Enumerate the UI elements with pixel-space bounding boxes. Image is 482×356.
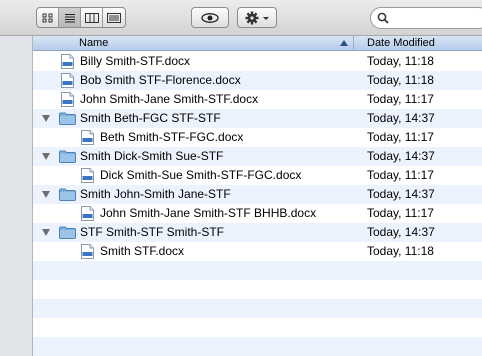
column-view-button[interactable] (81, 8, 103, 27)
date-modified-cell: Today, 11:17 (367, 168, 434, 182)
empty-row (33, 318, 482, 337)
file-name: John Smith-Jane Smith-STF.docx (80, 92, 259, 106)
quick-look-button[interactable] (191, 7, 229, 28)
folder-name: STF Smith-STF Smith-STF (80, 225, 224, 239)
file-row[interactable]: Smith STF.docx Today, 11:18 (33, 242, 482, 261)
view-mode-segmented-control (36, 7, 126, 28)
folder-row[interactable]: STF Smith-STF Smith-STF Today, 14:37 (33, 223, 482, 242)
empty-row (33, 299, 482, 318)
date-modified-cell: Today, 11:17 (367, 206, 434, 220)
search-field[interactable] (370, 7, 482, 29)
folder-name: Smith John-Smith Jane-STF (80, 187, 231, 201)
folder-icon (59, 112, 76, 128)
name-column-label: Name (79, 37, 109, 49)
gear-icon (245, 11, 269, 24)
empty-row (33, 337, 482, 356)
toolbar (0, 0, 482, 36)
folder-icon (59, 150, 76, 166)
action-menu-button[interactable] (237, 7, 277, 28)
docx-file-icon (81, 206, 94, 224)
disclosure-triangle-icon[interactable] (42, 153, 50, 160)
file-name: Bob Smith STF-Florence.docx (80, 73, 241, 87)
file-name: John Smith-Jane Smith-STF BHHB.docx (100, 206, 317, 220)
docx-file-icon (81, 244, 94, 262)
file-row[interactable]: Dick Smith-Sue Smith-STF-FGC.docx Today, … (33, 166, 482, 185)
coverflow-view-button[interactable] (103, 8, 125, 27)
file-row[interactable]: John Smith-Jane Smith-STF.docx Today, 11:… (33, 90, 482, 109)
file-name: Beth Smith-STF-FGC.docx (100, 130, 244, 144)
disclosure-triangle-icon[interactable] (42, 191, 50, 198)
date-modified-cell: Today, 14:37 (367, 225, 435, 239)
docx-file-icon (61, 92, 74, 110)
disclosure-triangle-icon[interactable] (42, 229, 50, 236)
list-view-icon (64, 13, 75, 22)
date-modified-cell: Today, 14:37 (367, 111, 435, 125)
docx-file-icon (61, 73, 74, 91)
file-list: Billy Smith-STF.docx Today, 11:18 Bob Smit… (33, 52, 482, 356)
column-header: Name Date Modified (33, 36, 482, 51)
date-modified-column-header[interactable]: Date Modified (367, 36, 435, 50)
file-row[interactable]: John Smith-Jane Smith-STF BHHB.docx Today… (33, 204, 482, 223)
docx-file-icon (81, 168, 94, 186)
date-modified-cell: Today, 11:18 (367, 73, 434, 87)
date-modified-cell: Today, 14:37 (367, 149, 435, 163)
file-row[interactable]: Beth Smith-STF-FGC.docx Today, 11:17 (33, 128, 482, 147)
date-modified-cell: Today, 11:17 (367, 92, 434, 106)
folder-name: Smith Beth-FGC STF-STF (80, 111, 221, 125)
column-view-icon (84, 12, 99, 23)
date-modified-cell: Today, 11:17 (367, 130, 434, 144)
file-name: Billy Smith-STF.docx (80, 54, 191, 68)
empty-row (33, 261, 482, 280)
icon-view-icon (42, 13, 52, 22)
search-icon (377, 12, 389, 24)
folder-name: Smith Dick-Smith Sue-STF (80, 149, 224, 163)
name-column-header[interactable]: Name (33, 36, 354, 50)
eye-icon (201, 12, 219, 23)
sidebar (0, 36, 33, 356)
date-modified-cell: Today, 14:37 (367, 187, 435, 201)
disclosure-triangle-icon[interactable] (42, 115, 50, 122)
file-name: Smith STF.docx (100, 244, 185, 258)
icon-view-button[interactable] (37, 8, 59, 27)
list-view-button[interactable] (59, 8, 81, 27)
coverflow-view-icon (107, 12, 121, 23)
empty-row (33, 280, 482, 299)
docx-file-icon (81, 130, 94, 148)
sort-ascending-icon (340, 40, 348, 46)
date-modified-column-label: Date Modified (367, 37, 435, 49)
folder-icon (59, 226, 76, 242)
folder-row[interactable]: Smith Dick-Smith Sue-STF Today, 14:37 (33, 147, 482, 166)
file-name: Dick Smith-Sue Smith-STF-FGC.docx (100, 168, 302, 182)
folder-icon (59, 188, 76, 204)
docx-file-icon (61, 54, 74, 72)
file-row[interactable]: Billy Smith-STF.docx Today, 11:18 (33, 52, 482, 71)
date-modified-cell: Today, 11:18 (367, 244, 434, 258)
file-row[interactable]: Bob Smith STF-Florence.docx Today, 11:18 (33, 71, 482, 90)
folder-row[interactable]: Smith John-Smith Jane-STF Today, 14:37 (33, 185, 482, 204)
folder-row[interactable]: Smith Beth-FGC STF-STF Today, 14:37 (33, 109, 482, 128)
date-modified-cell: Today, 11:18 (367, 54, 434, 68)
